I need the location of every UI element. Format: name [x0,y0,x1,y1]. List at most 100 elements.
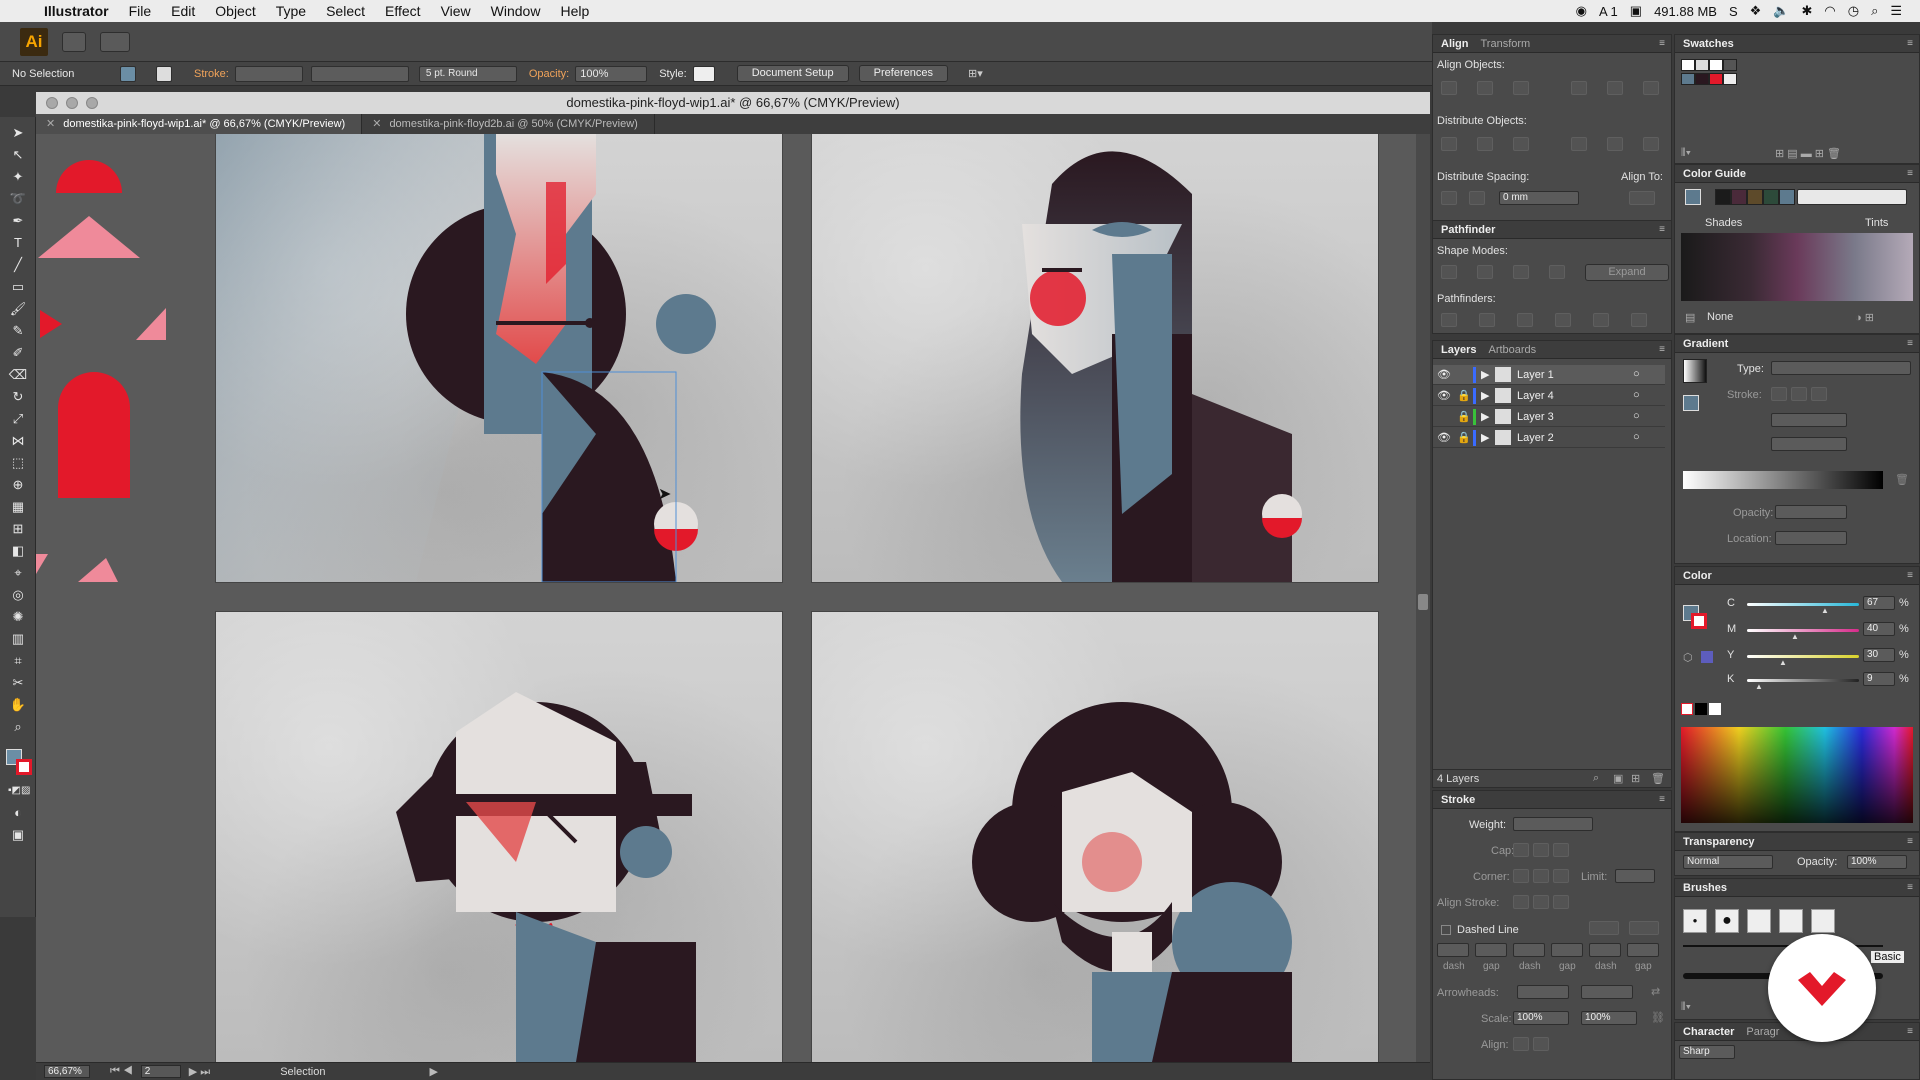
stroke-across-icon[interactable] [1811,387,1827,401]
drawing-mode-icon[interactable]: ◐ [8,803,28,823]
start-scale-field[interactable]: 100% [1513,1011,1569,1025]
artboard-tool-icon[interactable]: ⌗ [8,651,28,671]
tab-layers[interactable]: Layers [1437,344,1484,356]
target-icon[interactable]: ○ [1633,431,1640,443]
artboard-4[interactable] [812,612,1378,1062]
color-title[interactable]: Color [1679,570,1720,582]
align-center-icon[interactable] [1477,81,1493,95]
expand-triangle-icon[interactable]: ▶ [1481,389,1489,402]
panel-menu-icon[interactable]: ≡ [1659,344,1665,355]
yellow-slider[interactable] [1747,655,1859,658]
recolor-icon[interactable]: ◑ ⊞ [1855,311,1874,324]
expand-triangle-icon[interactable]: ▶ [1481,431,1489,444]
unite-icon[interactable] [1441,265,1457,279]
vertical-scrollbar[interactable] [1416,134,1430,1062]
close-window-icon[interactable] [46,97,58,109]
lock-icon[interactable]: 🔒 [1457,389,1471,402]
panel-menu-icon[interactable]: ≡ [1659,794,1665,805]
artboard-3[interactable] [216,612,782,1062]
stroke-color-box[interactable] [16,759,32,775]
clock-icon[interactable]: ◷ [1848,3,1859,19]
tab-floyd2b[interactable]: ✕ domestika-pink-floyd2b.ai @ 50% (CMYK/P… [362,114,655,134]
opacity-field[interactable]: 100% [575,65,648,82]
arrange-icon[interactable]: ⊞▾ [968,67,983,80]
menu-file[interactable]: File [119,0,162,22]
pencil-icon[interactable]: ✎ [8,321,28,341]
tab-transform[interactable]: Transform [1477,38,1539,50]
distribute-hcenter-icon[interactable] [1607,137,1623,151]
bluetooth-icon[interactable]: ✱ [1801,3,1812,19]
swatches-title[interactable]: Swatches [1679,38,1742,50]
round-join-icon[interactable] [1533,869,1549,883]
out-of-gamut-icon[interactable]: ⬡ [1683,651,1693,664]
zoom-tool-icon[interactable]: ⌕ [8,717,28,737]
scrap-pink-wedge[interactable] [106,308,166,340]
menu-help[interactable]: Help [550,0,599,22]
stroke-along-icon[interactable] [1791,387,1807,401]
spacing-field[interactable]: 0 mm [1499,191,1579,205]
status-menu-icon[interactable]: ▶ [429,1065,437,1078]
layer-row[interactable]: 🔒 ▶ Layer 3 ○ [1433,407,1665,427]
align-left-icon[interactable] [1441,81,1457,95]
intersect-icon[interactable] [1513,265,1529,279]
type-tool-icon[interactable]: T [8,233,28,253]
distribute-vcenter-icon[interactable] [1477,137,1493,151]
color-guide-title[interactable]: Color Guide [1679,168,1754,180]
canvas[interactable]: ➤ [36,134,1416,1062]
target-icon[interactable]: ○ [1633,389,1640,401]
bevel-join-icon[interactable] [1553,869,1569,883]
volume-icon[interactable]: 🔈 [1773,3,1789,19]
swatch-light[interactable] [1723,73,1737,85]
harmony-rules-select[interactable] [1797,189,1907,205]
swatch-dark[interactable] [1695,73,1709,85]
brushes-title[interactable]: Brushes [1679,882,1735,894]
blob-brush-icon[interactable]: ✐ [8,343,28,363]
gradient-tool-icon[interactable]: ◧ [8,541,28,561]
dash-field[interactable] [1589,943,1621,957]
opacity-label[interactable]: Opacity: [529,68,569,80]
pathfinder-title[interactable]: Pathfinder [1437,224,1503,236]
zoom-window-icon[interactable] [86,97,98,109]
divide-icon[interactable] [1441,313,1457,327]
distribute-right-icon[interactable] [1643,137,1659,151]
crop-icon[interactable] [1555,313,1571,327]
brush-dot-large[interactable]: ● [1715,909,1739,933]
dash-field[interactable] [1437,943,1469,957]
align-to-selection-icon[interactable] [1629,191,1655,205]
rotate-tool-icon[interactable]: ↻ [8,387,28,407]
edit-colors-icon[interactable]: ▤ [1685,311,1695,324]
gradient-preview[interactable] [1683,359,1707,383]
cyan-slider[interactable] [1747,603,1859,606]
menu-type[interactable]: Type [266,0,316,22]
brush-libraries-icon[interactable]: ⫴▾ [1681,1001,1691,1014]
panel-menu-icon[interactable]: ≡ [1659,38,1665,49]
brush-tapered[interactable] [1779,909,1803,933]
align-middle-icon[interactable] [1607,81,1623,95]
align-top-icon[interactable] [1571,81,1587,95]
visibility-eye-icon[interactable]: 👁 [1437,389,1451,402]
spotlight-icon[interactable]: ⌕ [1871,3,1878,19]
cyan-value[interactable]: 67 [1863,596,1895,610]
layer-name[interactable]: Layer 2 [1517,432,1554,444]
preferences-button[interactable]: Preferences [858,65,948,82]
cyan-slider-thumb[interactable]: ▲ [1821,606,1829,615]
menu-app-name[interactable]: Illustrator [34,0,119,22]
menu-edit[interactable]: Edit [161,0,205,22]
distribute-left-icon[interactable] [1571,137,1587,151]
eraser-icon[interactable]: ⌫ [8,365,28,385]
magenta-slider-thumb[interactable]: ▲ [1791,632,1799,641]
delete-layer-icon[interactable]: 🗑 [1651,772,1665,785]
brush-dash[interactable] [1747,909,1771,933]
end-scale-field[interactable]: 100% [1581,1011,1637,1025]
brush-light[interactable] [1811,909,1835,933]
shape-builder-icon[interactable]: ⊕ [8,475,28,495]
harmony-swatch[interactable] [1779,189,1795,205]
stroke-swatch[interactable] [156,65,172,82]
color-stroke-box[interactable] [1691,613,1707,629]
base-color-swatch[interactable] [1685,189,1701,205]
panel-menu-icon[interactable]: ≡ [1907,338,1913,349]
mesh-tool-icon[interactable]: ⊞ [8,519,28,539]
pen-tool-icon[interactable]: ✒ [8,211,28,231]
align-bottom-icon[interactable] [1643,81,1659,95]
film-icon[interactable]: ▣ [1630,3,1642,19]
